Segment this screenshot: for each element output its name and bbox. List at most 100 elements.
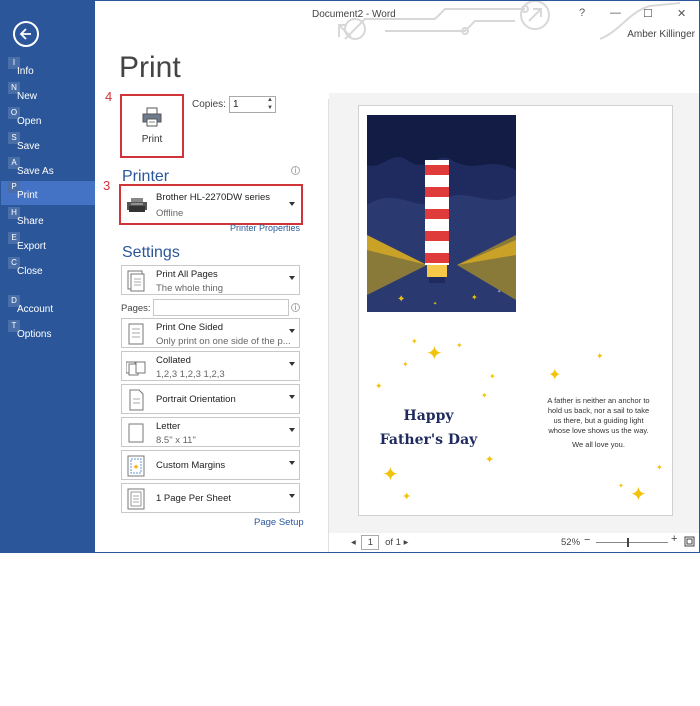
minimize-button[interactable]: — bbox=[610, 7, 621, 19]
svg-text:✦: ✦ bbox=[433, 301, 437, 307]
sidebar-item-close[interactable]: C Close bbox=[1, 257, 95, 281]
card-verse: A father is neither an anchor to hold us… bbox=[546, 396, 651, 450]
printer-icon bbox=[142, 107, 162, 127]
printer-device-icon bbox=[127, 198, 147, 212]
sidebar-item-info[interactable]: I Info bbox=[1, 57, 95, 81]
chevron-down-icon bbox=[289, 276, 295, 280]
current-page-input[interactable]: 1 bbox=[361, 535, 380, 550]
star-icon: ✦ bbox=[485, 454, 495, 466]
previous-page-icon[interactable]: ◂ bbox=[351, 537, 356, 548]
circuit-decoration-icon bbox=[338, 1, 550, 40]
star-icon: ✦ bbox=[426, 343, 443, 365]
setting-description: Only print on one side of the p... bbox=[156, 336, 291, 347]
verse-text: A father is neither an anchor to hold us… bbox=[547, 396, 650, 435]
close-button[interactable]: ✕ bbox=[677, 7, 686, 20]
sidebar-item-label: New bbox=[17, 91, 38, 102]
printer-dropdown[interactable]: Brother HL-2270DW series Offline bbox=[119, 184, 303, 225]
blank-page-icon bbox=[128, 423, 144, 443]
print-button[interactable]: Print bbox=[120, 94, 184, 158]
setting-title: Letter bbox=[156, 421, 181, 432]
document-title: Document2 - Word bbox=[312, 9, 396, 20]
sides-dropdown[interactable]: Print One Sided Only print on one side o… bbox=[121, 318, 300, 348]
page-title: Print bbox=[119, 51, 181, 84]
sidebar-item-share[interactable]: H Share bbox=[1, 207, 95, 231]
star-icon: ✦ bbox=[456, 341, 463, 350]
info-icon[interactable]: i bbox=[291, 303, 300, 312]
pages-label: Pages: bbox=[121, 303, 151, 314]
printer-status: Offline bbox=[156, 208, 184, 219]
chevron-down-icon bbox=[289, 395, 295, 399]
setting-description: 8.5" x 11" bbox=[156, 435, 196, 446]
copies-stepper[interactable]: 1 ▲ ▼ bbox=[229, 96, 276, 113]
decrement-icon[interactable]: ▼ bbox=[267, 105, 273, 111]
sidebar-item-label: Open bbox=[17, 116, 42, 127]
sidebar-item-new[interactable]: N New bbox=[1, 82, 95, 106]
collated-pages-icon bbox=[126, 361, 146, 376]
card-title-line1: Happy bbox=[403, 408, 454, 424]
sidebar-item-label: Print bbox=[17, 190, 38, 201]
card-title-line2: Father's Day bbox=[379, 432, 478, 448]
setting-title: Collated bbox=[156, 355, 191, 366]
user-name[interactable]: Amber Killinger bbox=[627, 29, 695, 40]
star-icon: ✦ bbox=[375, 381, 383, 391]
arrow-left-icon bbox=[19, 28, 31, 40]
setting-description: 1,2,3 1,2,3 1,2,3 bbox=[156, 369, 225, 380]
sidebar-item-print[interactable]: P Print bbox=[1, 181, 95, 205]
orientation-dropdown[interactable]: Portrait Orientation bbox=[121, 384, 300, 414]
sidebar-item-open[interactable]: O Open bbox=[1, 107, 95, 131]
svg-text:✦: ✦ bbox=[497, 289, 501, 295]
star-icon: ✦ bbox=[402, 360, 409, 369]
setting-title: Print All Pages bbox=[156, 269, 218, 280]
sidebar-item-save-as[interactable]: A Save As bbox=[1, 157, 95, 181]
next-page-icon[interactable]: ▸ bbox=[404, 537, 409, 548]
chevron-down-icon bbox=[289, 362, 295, 366]
info-icon[interactable]: i bbox=[291, 166, 300, 175]
paper-size-dropdown[interactable]: Letter 8.5" x 11" bbox=[121, 417, 300, 447]
sidebar-item-export[interactable]: E Export bbox=[1, 232, 95, 256]
chevron-down-icon bbox=[289, 494, 295, 498]
collation-dropdown[interactable]: Collated 1,2,3 1,2,3 1,2,3 bbox=[121, 351, 300, 381]
print-range-dropdown[interactable]: Print All Pages The whole thing bbox=[121, 265, 300, 295]
help-button[interactable]: ? bbox=[579, 7, 585, 19]
single-page-icon bbox=[128, 323, 144, 345]
svg-text:✦: ✦ bbox=[471, 293, 478, 302]
chevron-down-icon bbox=[289, 461, 295, 465]
margins-dropdown[interactable]: ★ Custom Margins bbox=[121, 450, 300, 480]
sidebar-item-options[interactable]: T Options bbox=[1, 320, 95, 344]
star-icon: ✦ bbox=[548, 367, 562, 384]
setting-title: Print One Sided bbox=[156, 322, 224, 333]
zoom-in-icon[interactable]: + bbox=[671, 533, 677, 545]
svg-text:✦: ✦ bbox=[397, 294, 405, 305]
increment-icon[interactable]: ▲ bbox=[267, 97, 273, 103]
sidebar-item-label: Account bbox=[17, 304, 54, 315]
setting-title: 1 Page Per Sheet bbox=[156, 493, 231, 504]
zoom-slider-thumb[interactable] bbox=[627, 538, 629, 547]
printer-properties-link[interactable]: Printer Properties bbox=[230, 223, 300, 233]
chevron-down-icon bbox=[289, 202, 295, 206]
zoom-slider[interactable] bbox=[596, 542, 668, 543]
card-title: Happy Father's Day bbox=[376, 404, 481, 452]
custom-margins-icon: ★ bbox=[127, 455, 145, 477]
maximize-button[interactable]: ☐ bbox=[643, 7, 653, 20]
sidebar-item-label: Save As bbox=[17, 166, 54, 177]
document-pages-icon bbox=[127, 270, 145, 292]
sidebar-item-account[interactable]: D Account bbox=[1, 295, 95, 319]
step-number: 3 bbox=[103, 178, 111, 193]
page-navigator: ◂ 1 of 1 ▸ bbox=[351, 535, 408, 550]
fit-page-icon[interactable] bbox=[684, 536, 695, 547]
star-icon: ✦ bbox=[489, 372, 496, 381]
sidebar-item-label: Close bbox=[17, 266, 43, 277]
sidebar-item-label: Options bbox=[17, 329, 52, 340]
svg-text:★: ★ bbox=[133, 463, 139, 471]
star-icon: ✦ bbox=[382, 464, 399, 486]
pages-per-sheet-dropdown[interactable]: 1 Page Per Sheet bbox=[121, 483, 300, 513]
sidebar-item-save[interactable]: S Save bbox=[1, 132, 95, 156]
back-button[interactable] bbox=[13, 21, 39, 47]
zoom-out-icon[interactable]: − bbox=[584, 534, 590, 546]
settings-heading: Settings bbox=[122, 244, 180, 261]
page-setup-link[interactable]: Page Setup bbox=[254, 517, 304, 528]
setting-title: Portrait Orientation bbox=[156, 394, 236, 405]
page-per-sheet-icon bbox=[127, 488, 145, 510]
pages-input[interactable] bbox=[153, 299, 289, 316]
zoom-level[interactable]: 52% bbox=[561, 537, 580, 548]
